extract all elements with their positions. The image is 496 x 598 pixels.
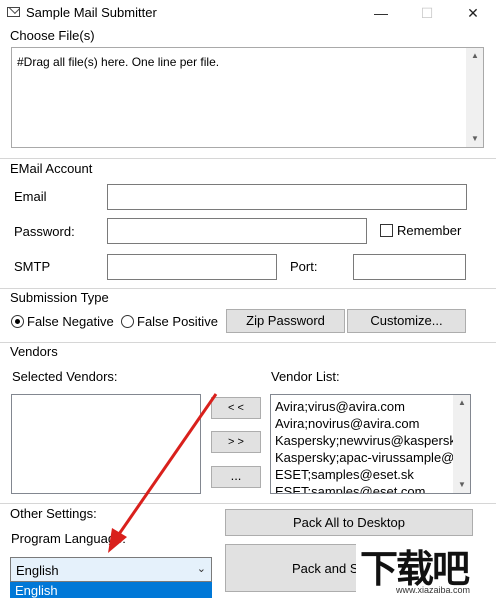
- annotation-arrow-icon: [108, 393, 218, 553]
